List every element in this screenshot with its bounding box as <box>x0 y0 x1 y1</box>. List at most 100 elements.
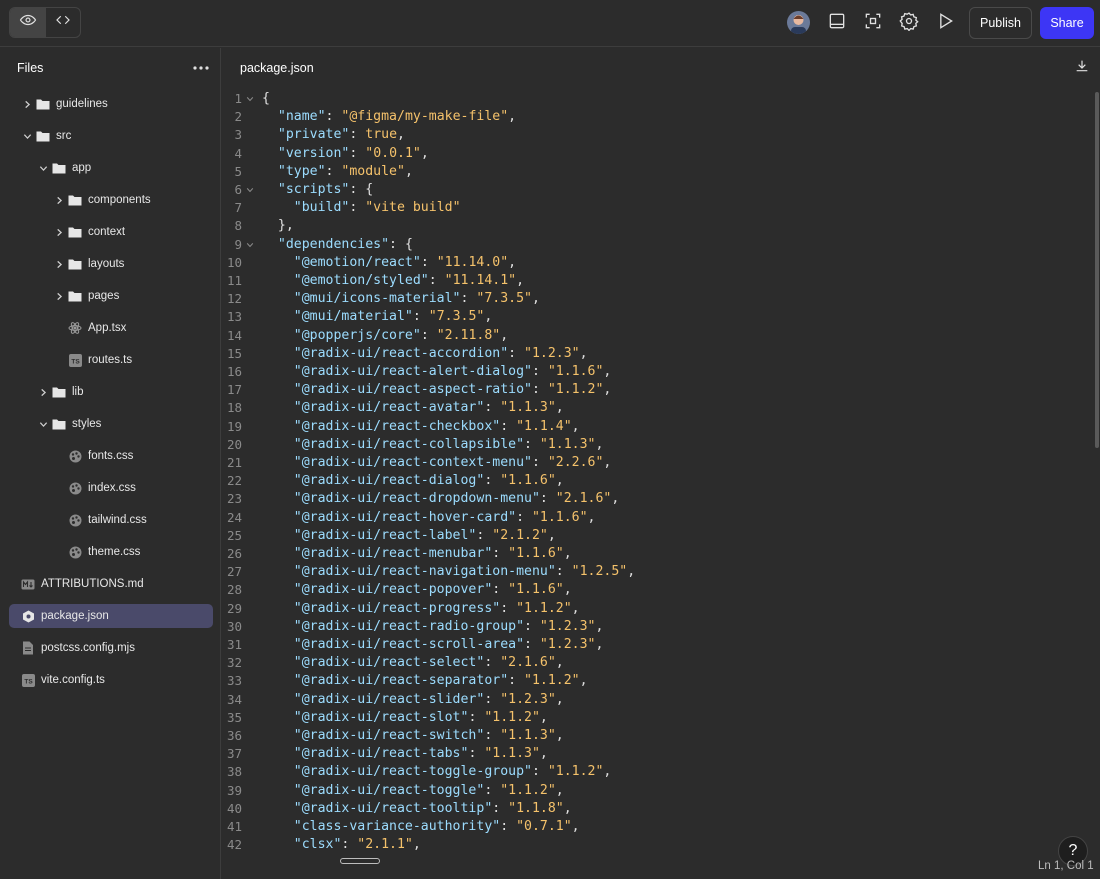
line-number: 24 <box>226 509 242 525</box>
folder-item[interactable]: src <box>9 124 213 148</box>
json-punctuation: }, <box>277 218 294 234</box>
svg-text:TS: TS <box>71 358 80 365</box>
code-text: "@emotion/styled": "11.14.1", <box>262 272 524 290</box>
folder-item[interactable]: styles <box>9 412 213 436</box>
file-item[interactable]: fonts.css <box>9 444 213 468</box>
publish-button[interactable]: Publish <box>969 7 1032 39</box>
fold-chevron-icon[interactable] <box>245 181 255 199</box>
json-key: "@emotion/styled" <box>293 273 429 288</box>
editor-tab[interactable]: package.json <box>240 61 314 75</box>
vertical-scrollbar[interactable] <box>1095 92 1099 448</box>
folder-item[interactable]: context <box>9 220 213 244</box>
file-item[interactable]: theme.css <box>9 540 213 564</box>
chevron-right-icon[interactable] <box>21 98 33 110</box>
json-separator: : <box>531 364 548 379</box>
json-value: "2.1.1" <box>357 837 413 853</box>
download-button[interactable] <box>1073 59 1091 77</box>
chevron-down-icon[interactable] <box>37 162 49 174</box>
code-text: "@emotion/react": "11.14.0", <box>262 254 516 272</box>
code-mode-button[interactable] <box>45 8 80 37</box>
line-number: 37 <box>226 746 242 762</box>
code-icon <box>54 11 72 34</box>
json-value: "1.1.3" <box>500 728 556 743</box>
code-text: "@radix-ui/react-hover-card": "1.1.6", <box>262 509 596 527</box>
horizontal-scrollbar[interactable] <box>340 858 380 864</box>
fold-chevron-icon[interactable] <box>245 236 255 254</box>
folder-item[interactable]: app <box>9 156 213 180</box>
json-key: "type" <box>277 163 326 179</box>
file-item[interactable]: tailwind.css <box>9 508 213 532</box>
json-separator: : <box>508 345 525 361</box>
json-key: "@radix-ui/react-slider" <box>293 691 485 707</box>
line-number: 41 <box>226 819 242 834</box>
folder-icon <box>52 161 66 175</box>
toggle-panel-button[interactable] <box>825 11 849 35</box>
json-value: "1.1.2" <box>547 382 604 398</box>
folder-item[interactable]: guidelines <box>9 92 213 116</box>
chevron-right-icon[interactable] <box>37 386 49 398</box>
css-palette-icon <box>68 545 82 559</box>
json-value: "7.3.5" <box>476 291 532 307</box>
file-item[interactable]: postcss.config.mjs <box>9 636 213 660</box>
inspect-button[interactable] <box>861 11 885 35</box>
run-button[interactable] <box>933 11 957 35</box>
file-item[interactable]: App.tsx <box>9 316 213 340</box>
code-text: "@radix-ui/react-toggle": "1.1.2", <box>262 782 564 800</box>
json-key: "@radix-ui/react-tooltip" <box>293 800 493 816</box>
code-text: "@radix-ui/react-select": "2.1.6", <box>262 654 564 672</box>
line-number: 23 <box>226 491 242 507</box>
line-number: 19 <box>226 418 242 434</box>
code-text: "@radix-ui/react-alert-dialog": "1.1.6", <box>262 363 612 381</box>
json-separator: : <box>325 109 342 125</box>
json-separator: : <box>500 819 517 834</box>
fold-chevron-icon[interactable] <box>245 90 255 108</box>
code-text: { <box>262 90 270 108</box>
json-separator: : <box>349 182 366 197</box>
json-key: "@radix-ui/react-hover-card" <box>293 509 517 525</box>
share-button[interactable]: Share <box>1040 7 1094 39</box>
folder-item[interactable]: lib <box>9 380 213 404</box>
tree-item-label: app <box>72 162 92 174</box>
file-item[interactable]: TS vite.config.ts <box>9 668 213 692</box>
chevron-right-icon[interactable] <box>53 290 65 302</box>
files-more-button[interactable] <box>191 58 211 76</box>
code-text: "dependencies": { <box>262 236 413 254</box>
settings-button[interactable] <box>897 11 921 35</box>
folder-icon <box>52 417 66 431</box>
folder-item[interactable]: layouts <box>9 252 213 276</box>
line-number: 8 <box>234 218 242 234</box>
chevron-right-icon[interactable] <box>53 258 65 270</box>
avatar[interactable] <box>787 11 810 34</box>
folder-item[interactable]: components <box>9 188 213 212</box>
json-value: "2.1.2" <box>492 527 548 543</box>
json-separator: : <box>484 728 501 743</box>
chevron-down-icon[interactable] <box>37 418 49 430</box>
chevron-right-icon[interactable] <box>53 194 65 206</box>
code-text: "@radix-ui/react-collapsible": "1.1.3", <box>262 436 604 454</box>
folder-item[interactable]: pages <box>9 284 213 308</box>
css-palette-icon <box>68 481 82 495</box>
code-text: "@radix-ui/react-label": "2.1.2", <box>262 527 556 545</box>
json-value: "11.14.1" <box>444 273 517 288</box>
code-text: "build": "vite build" <box>262 199 461 217</box>
file-item[interactable]: ATTRIBUTIONS.md <box>9 572 213 596</box>
json-value: "1.1.6" <box>508 546 564 561</box>
files-title: Files <box>17 61 44 75</box>
json-punctuation: { <box>262 91 270 106</box>
file-item[interactable]: package.json <box>9 604 213 628</box>
chevron-right-icon[interactable] <box>53 226 65 238</box>
json-punctuation: , <box>595 637 604 652</box>
json-value: "1.1.3" <box>484 746 540 762</box>
line-number: 28 <box>226 582 242 598</box>
file-item[interactable]: TS routes.ts <box>9 348 213 372</box>
json-value: "1.2.3" <box>524 345 580 361</box>
file-item[interactable]: index.css <box>9 476 213 500</box>
panel-layout-icon <box>827 11 847 36</box>
chevron-down-icon[interactable] <box>21 130 33 142</box>
preview-mode-button[interactable] <box>10 8 45 37</box>
folder-icon <box>68 225 82 239</box>
json-punctuation: , <box>531 291 540 307</box>
